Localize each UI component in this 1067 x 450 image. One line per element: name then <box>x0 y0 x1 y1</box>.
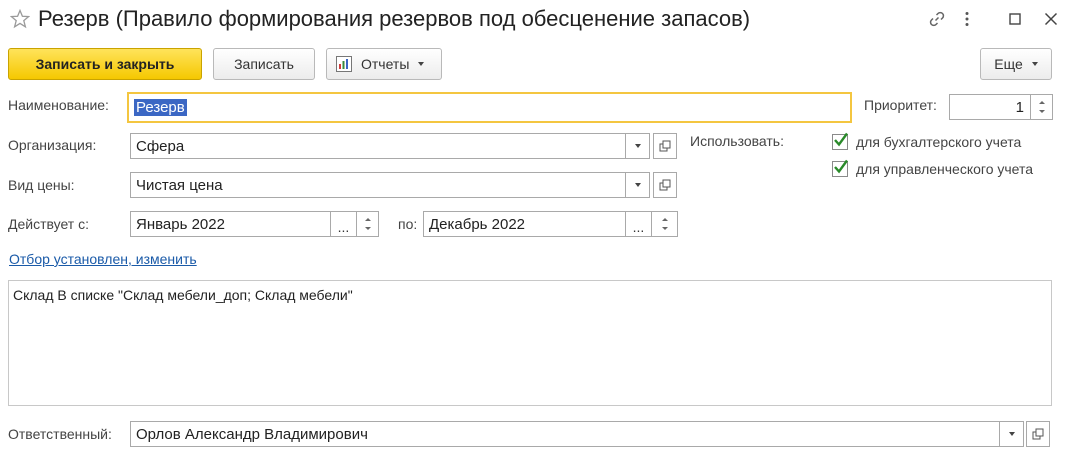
open-window-icon <box>1032 428 1044 440</box>
priority-spinner[interactable] <box>1031 94 1053 120</box>
price-type-open-button[interactable] <box>653 172 677 198</box>
more-label: Еще <box>994 56 1023 72</box>
checkmark-icon <box>834 159 848 174</box>
save-and-close-button[interactable]: Записать и закрыть <box>8 48 202 80</box>
spin-up-icon[interactable] <box>364 218 371 221</box>
organization-label: Организация: <box>8 137 97 153</box>
responsible-value: Орлов Александр Владимирович <box>136 425 368 443</box>
valid-from-select-button[interactable]: ... <box>331 211 357 237</box>
name-input[interactable]: Резерв <box>127 92 852 123</box>
link-icon[interactable] <box>928 10 946 28</box>
price-type-dropdown-button[interactable] <box>626 172 650 198</box>
window-title: Резерв (Правило формирования резервов по… <box>38 6 751 31</box>
management-checkbox-label[interactable]: для управленческого учета <box>856 161 1033 177</box>
use-label: Использовать: <box>690 133 784 149</box>
valid-from-input[interactable]: Январь 2022 <box>130 211 331 237</box>
price-type-input[interactable]: Чистая цена <box>130 172 626 198</box>
valid-to-input[interactable]: Декабрь 2022 <box>423 211 626 237</box>
filter-description-text: Склад В списке "Склад мебели_доп; Склад … <box>13 287 353 303</box>
filter-change-link[interactable]: Отбор установлен, изменить <box>9 251 197 267</box>
responsible-open-button[interactable] <box>1026 421 1050 447</box>
save-and-close-label: Записать и закрыть <box>35 56 175 72</box>
name-label: Наименование: <box>8 97 109 113</box>
name-value: Резерв <box>134 99 187 116</box>
valid-from-spinner[interactable] <box>357 211 379 237</box>
filter-description-area[interactable]: Склад В списке "Склад мебели_доп; Склад … <box>8 280 1052 406</box>
management-checkbox[interactable] <box>832 159 848 177</box>
maximize-icon[interactable] <box>1006 10 1024 28</box>
valid-to-value: Декабрь 2022 <box>429 215 526 233</box>
priority-value: 1 <box>1015 98 1024 116</box>
spin-up-icon[interactable] <box>661 218 668 221</box>
chevron-down-icon <box>1008 432 1015 436</box>
save-button[interactable]: Записать <box>213 48 315 80</box>
checkmark-icon <box>834 132 848 147</box>
accounting-checkbox-label[interactable]: для бухгалтерского учета <box>856 134 1021 150</box>
spin-down-icon[interactable] <box>364 227 371 230</box>
organization-open-button[interactable] <box>653 133 677 159</box>
price-type-label: Вид цены: <box>8 177 75 193</box>
priority-input[interactable]: 1 <box>949 94 1031 120</box>
valid-to-label: по: <box>398 216 418 232</box>
priority-label: Приоритет: <box>864 97 937 113</box>
reports-button[interactable]: Отчеты <box>326 48 442 80</box>
open-window-icon <box>659 140 671 152</box>
menu-dots-icon[interactable] <box>958 10 976 28</box>
responsible-input[interactable]: Орлов Александр Владимирович <box>130 421 1000 447</box>
spin-up-icon[interactable] <box>1038 101 1045 104</box>
chevron-down-icon <box>634 144 641 148</box>
open-window-icon <box>659 179 671 191</box>
valid-to-spinner[interactable] <box>652 211 678 237</box>
responsible-dropdown-button[interactable] <box>1000 421 1024 447</box>
close-icon[interactable] <box>1042 10 1060 28</box>
valid-from-value: Январь 2022 <box>136 215 225 233</box>
chevron-down-icon <box>1031 62 1038 66</box>
valid-from-label: Действует с: <box>8 216 89 232</box>
organization-input[interactable]: Сфера <box>130 133 626 159</box>
chevron-down-icon <box>418 62 425 66</box>
responsible-label: Ответственный: <box>8 426 112 442</box>
organization-dropdown-button[interactable] <box>626 133 650 159</box>
accounting-checkbox[interactable] <box>832 132 848 150</box>
favorite-star-icon[interactable] <box>10 9 30 29</box>
more-button[interactable]: Еще <box>980 48 1052 80</box>
valid-to-select-button[interactable]: ... <box>626 211 652 237</box>
save-label: Записать <box>234 56 294 72</box>
reports-icon <box>336 56 352 72</box>
spin-down-icon[interactable] <box>1038 110 1045 113</box>
reports-label: Отчеты <box>361 56 410 72</box>
spin-down-icon[interactable] <box>661 227 668 230</box>
organization-value: Сфера <box>136 137 185 155</box>
chevron-down-icon <box>634 183 641 187</box>
price-type-value: Чистая цена <box>136 176 223 194</box>
